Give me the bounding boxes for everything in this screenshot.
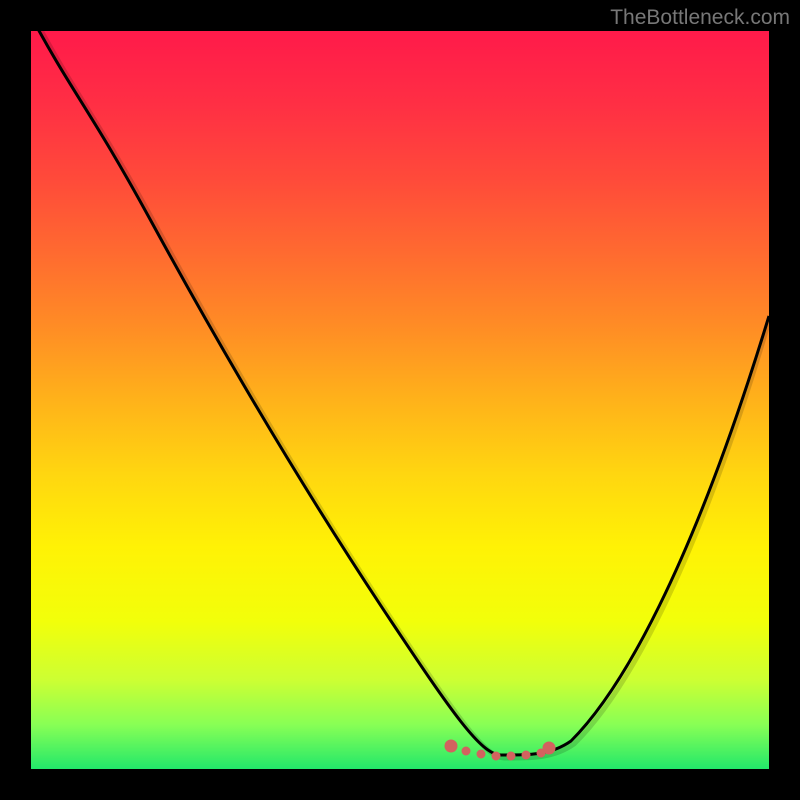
chart-container: TheBottleneck.com — [0, 0, 800, 800]
curve-layer — [31, 31, 769, 769]
bottleneck-curve — [31, 31, 769, 755]
bottleneck-curve-ghost — [36, 31, 769, 758]
plot-area — [31, 31, 769, 769]
watermark-text: TheBottleneck.com — [610, 6, 790, 30]
